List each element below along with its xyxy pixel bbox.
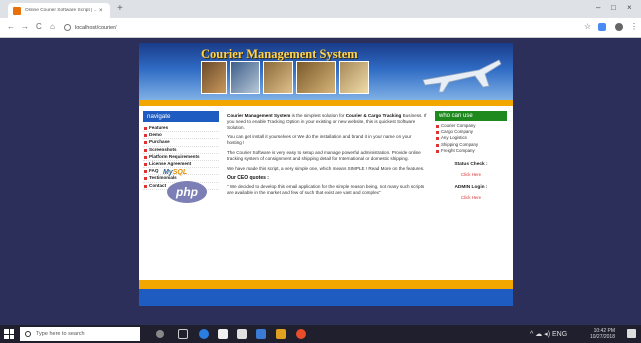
install-paragraph: You can get install it yourselves or We … [227, 134, 412, 146]
intro-paragraph: Courier Management System is the simples… [227, 113, 427, 130]
php-logo: php [167, 181, 207, 203]
task-view-icon[interactable] [178, 329, 188, 339]
new-tab-button[interactable]: + [117, 3, 123, 15]
left-navigation: navigate Features Demo Purchase Screensh… [143, 111, 219, 190]
microphone-icon[interactable] [156, 330, 164, 338]
courier-photo-2 [230, 61, 260, 94]
package-photo [339, 61, 369, 94]
nav-heading: navigate [143, 111, 219, 122]
close-window-button[interactable]: × [627, 3, 632, 12]
edge-browser-icon[interactable] [199, 329, 209, 339]
footer-bar [139, 289, 513, 306]
nav-item-platform-requirements[interactable]: Platform Requirements [143, 154, 219, 162]
url-text: localhost/courier/ [75, 24, 117, 31]
admin-login-link[interactable]: Click Here [435, 195, 507, 200]
minimize-button[interactable]: – [596, 3, 600, 12]
features-paragraph: The Courier Software is very easy to set… [227, 149, 421, 161]
forward-button[interactable]: → [21, 22, 29, 32]
banner-stripe [139, 100, 513, 106]
page-viewport: Courier Management System navigate Featu… [0, 38, 641, 324]
nav-item-license-agreement[interactable]: License Agreement [143, 161, 219, 169]
who-can-use-heading: who can use [435, 111, 507, 121]
address-bar[interactable]: localhost/courier/ [64, 21, 584, 34]
nav-list: Features Demo Purchase Screenshots Platf… [143, 125, 219, 190]
notification-icon[interactable] [627, 329, 636, 338]
who-item-freight: Freight Company [435, 148, 507, 154]
windows-start-icon[interactable] [4, 329, 14, 339]
admin-login-title: ADMIN Login : [454, 185, 488, 191]
nav-item-features[interactable]: Features [143, 125, 219, 133]
close-tab-icon[interactable]: × [99, 8, 103, 14]
profile-icon[interactable] [615, 23, 623, 31]
windows-taskbar: Type here to search ^ ☁ ◂) ENG 10:42 PM … [0, 325, 641, 343]
chrome-icon[interactable] [296, 329, 306, 339]
intro-keyword: Courier & Cargo Tracking [345, 113, 402, 118]
taskbar-search-box[interactable]: Type here to search [20, 327, 140, 341]
parcels-photo [296, 61, 336, 94]
reload-button[interactable]: C [36, 22, 42, 32]
status-check-title: Status Check : [454, 162, 488, 168]
nav-item-demo[interactable]: Demo [143, 132, 219, 140]
site-title: Courier Management System [201, 47, 358, 61]
extension-icon[interactable] [598, 23, 606, 31]
search-placeholder: Type here to search [36, 331, 85, 337]
boxes-photo [263, 61, 293, 94]
browser-tab[interactable]: Online Courier Software Script | ... × [8, 3, 110, 18]
info-icon[interactable] [64, 24, 71, 31]
nav-item-purchase[interactable]: Purchase [143, 139, 219, 147]
maximize-button[interactable]: □ [611, 3, 616, 12]
file-explorer-icon[interactable] [256, 329, 266, 339]
browser-toolbar: ← → C ⌂ localhost/courier/ ☆ ⋮ [0, 18, 641, 38]
mysql-logo: MySQL [163, 169, 187, 176]
system-tray-icons[interactable]: ^ ☁ ◂) ENG [530, 330, 567, 338]
clock[interactable]: 10:42 PM 10/27/2018 [590, 328, 615, 340]
mail-icon[interactable] [237, 329, 247, 339]
home-button[interactable]: ⌂ [50, 22, 55, 32]
tab-title: Online Courier Software Script | ... [25, 8, 97, 13]
browser-tab-bar: Online Courier Software Script | ... × +… [0, 0, 641, 18]
status-check-link[interactable]: Click Here [435, 172, 507, 177]
header-banner: Courier Management System [139, 43, 513, 100]
footer-stripe [139, 280, 513, 289]
clock-date: 10/27/2018 [589, 334, 615, 340]
main-content: Courier Management System is the simples… [227, 113, 427, 200]
site-container: Courier Management System navigate Featu… [139, 43, 513, 306]
store-icon[interactable] [218, 329, 228, 339]
ceo-quote: " We decided to develop this email appli… [227, 184, 425, 196]
mysql-logo-a: My [163, 169, 173, 176]
search-icon [25, 331, 31, 337]
back-button[interactable]: ← [7, 22, 15, 32]
intro-product-name: Courier Management System [227, 113, 291, 118]
favicon-icon [13, 6, 21, 15]
airplane-icon [422, 59, 502, 93]
mysql-logo-b: SQL [172, 169, 188, 176]
browser-menu-icon[interactable]: ⋮ [630, 22, 638, 32]
nav-item-screenshots[interactable]: Screenshots [143, 147, 219, 154]
simple-paragraph: We have made this script, a very simple … [227, 165, 425, 171]
bookmark-star-icon[interactable]: ☆ [584, 22, 591, 32]
intro-text-a: is the simplest solution for [290, 113, 346, 118]
ceo-quotes-heading: Our CEO quotes : [227, 175, 269, 182]
courier-photo-1 [201, 61, 227, 94]
right-column: who can use Courier Company Cargo Compan… [435, 111, 507, 200]
app-folder-icon[interactable] [276, 329, 286, 339]
who-can-use-list: Courier Company Cargo Company Any Logist… [435, 123, 507, 154]
